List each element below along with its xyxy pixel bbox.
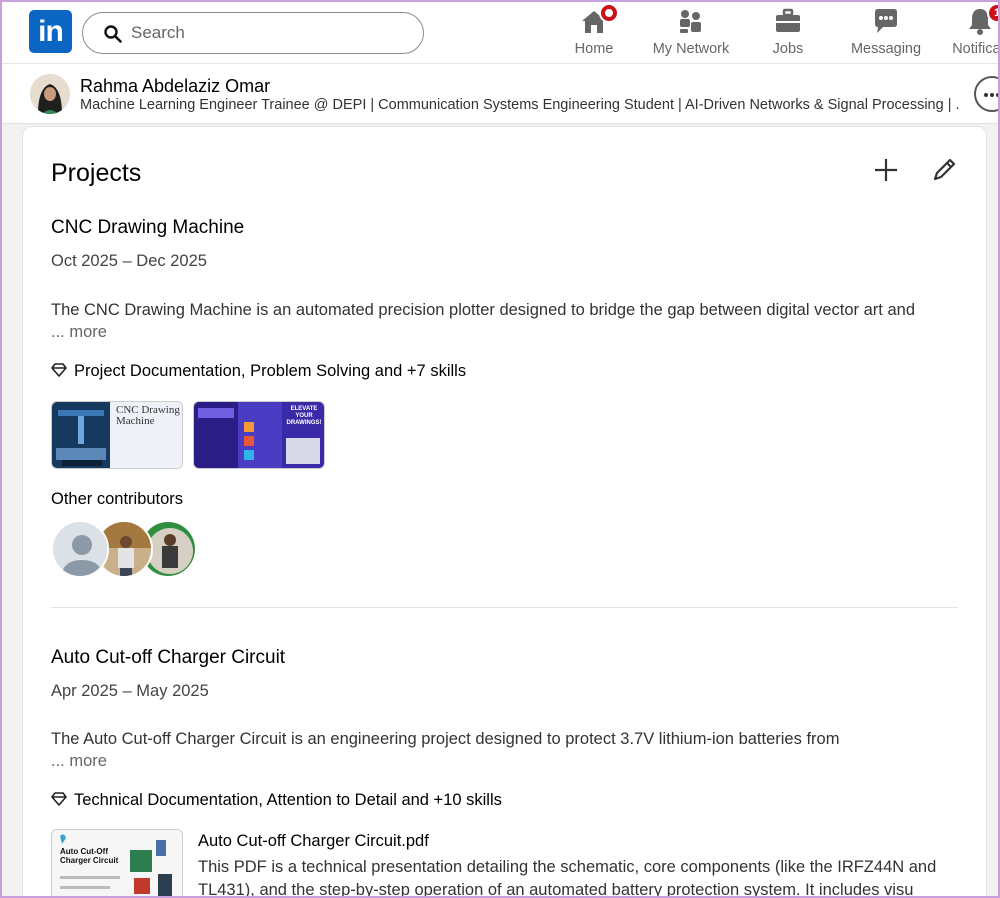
edit-pencil-icon[interactable]: [929, 155, 959, 185]
nav-messaging[interactable]: Messaging: [844, 4, 928, 60]
search-input[interactable]: [131, 21, 401, 45]
avatar[interactable]: [30, 74, 70, 114]
project-dates: Oct 2025 – Dec 2025: [51, 252, 207, 270]
projects-card: Projects CNC Drawing Machine Oct 2025 – …: [22, 126, 987, 898]
profile-headline: Machine Learning Engineer Trainee @ DEPI…: [80, 97, 960, 113]
nav-jobs[interactable]: Jobs: [760, 4, 816, 60]
project-divider: [51, 607, 958, 608]
nav-my-network[interactable]: My Network: [648, 4, 734, 60]
contributor-avatar[interactable]: [51, 520, 109, 578]
messaging-icon: [871, 6, 901, 36]
bell-icon: 1: [965, 3, 1000, 36]
skills-text: Technical Documentation, Attention to De…: [74, 791, 502, 809]
other-contributors-label: Other contributors: [51, 490, 184, 508]
home-notification-dot: [599, 3, 619, 23]
section-title: Projects: [51, 159, 142, 187]
project-skills[interactable]: Technical Documentation, Attention to De…: [51, 791, 502, 810]
document-thumbnail[interactable]: Auto Cut-Off Charger Circuit: [51, 829, 183, 898]
ellipsis-text: ...: [51, 323, 65, 341]
project-title[interactable]: Auto Cut-off Charger Circuit: [51, 647, 285, 669]
project-skills[interactable]: Project Documentation, Problem Solving a…: [51, 362, 466, 381]
nav-jobs-label: Jobs: [772, 41, 804, 57]
nav-home-label: Home: [574, 41, 614, 57]
project-description: The CNC Drawing Machine is an automated …: [51, 301, 915, 319]
notification-count-badge: 1: [987, 3, 1000, 23]
project-title[interactable]: CNC Drawing Machine: [51, 217, 244, 239]
ellipsis-text: ...: [51, 752, 65, 770]
nav-my-network-label: My Network: [652, 41, 730, 57]
nav-messaging-label: Messaging: [850, 41, 922, 57]
document-thumbnail-caption: Auto Cut-Off Charger Circuit: [60, 847, 119, 865]
search-icon: [104, 25, 122, 43]
home-icon: [579, 3, 619, 36]
nav-notifications[interactable]: 1 Notificati: [940, 3, 1000, 60]
see-more-link[interactable]: ... more: [51, 323, 107, 342]
search-box[interactable]: [82, 12, 424, 54]
see-more-link[interactable]: ... more: [51, 752, 107, 771]
more-label[interactable]: more: [69, 323, 107, 341]
profile-name: Rahma Abdelaziz Omar: [80, 76, 271, 96]
more-label[interactable]: more: [69, 752, 107, 770]
media-caption: ELEVATE YOUR DRAWINGS!: [286, 406, 322, 426]
nav-home[interactable]: Home: [566, 3, 622, 60]
media-caption: CNC Drawing Machine: [116, 404, 180, 427]
document-description: This PDF is a technical presentation det…: [198, 858, 937, 898]
profile-header-bar: Rahma Abdelaziz Omar Machine Learning En…: [0, 64, 1000, 124]
linkedin-logo-icon[interactable]: in: [29, 10, 72, 53]
nav-notifications-label: Notificati: [952, 41, 1000, 57]
ellipsis-icon: [984, 93, 988, 97]
project-dates: Apr 2025 – May 2025: [51, 682, 209, 700]
network-icon: [676, 6, 706, 36]
document-title[interactable]: Auto Cut-off Charger Circuit.pdf: [198, 832, 429, 851]
skills-diamond-icon: [51, 363, 67, 377]
skills-diamond-icon: [51, 792, 67, 806]
project-description: The Auto Cut-off Charger Circuit is an e…: [51, 730, 840, 748]
briefcase-icon: [773, 6, 803, 36]
media-thumbnail-cnc[interactable]: CNC Drawing Machine: [51, 401, 183, 469]
add-icon[interactable]: [871, 155, 901, 185]
skills-text: Project Documentation, Problem Solving a…: [74, 362, 467, 380]
media-thumbnail-brochure[interactable]: ELEVATE YOUR DRAWINGS!: [193, 401, 325, 469]
top-navigation: in Home My Network: [0, 0, 1000, 64]
